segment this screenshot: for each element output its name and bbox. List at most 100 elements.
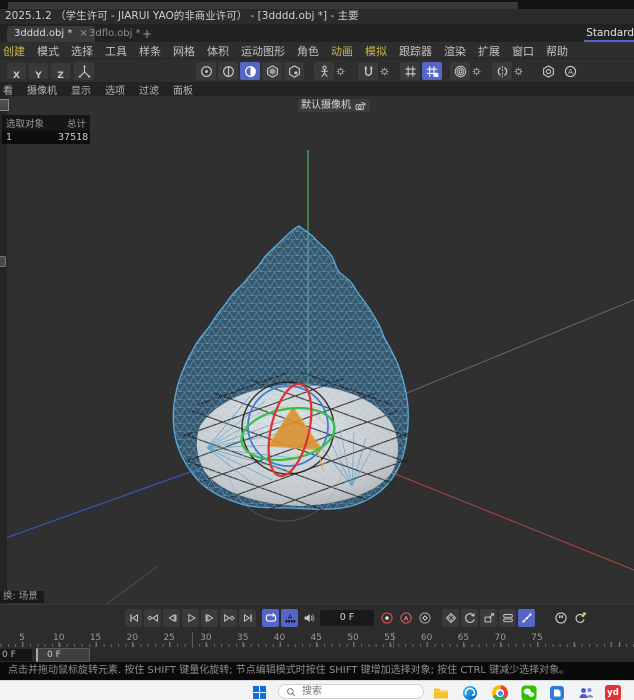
symmetry-settings-gear-icon[interactable] (512, 62, 525, 80)
ruler-label-30: 30 (200, 633, 212, 643)
lock-x-button[interactable]: X (7, 63, 26, 85)
file-explorer-icon[interactable] (433, 685, 449, 700)
key-rotation-button[interactable] (461, 609, 478, 627)
hud-value-row: 1 37518 (2, 131, 90, 144)
new-tab-button[interactable]: + (142, 26, 152, 42)
tab-label: 3dddd.obj * (14, 28, 73, 39)
grid-button[interactable] (400, 62, 420, 80)
viewport-canvas[interactable] (0, 96, 634, 604)
layout-selector[interactable]: Standard (586, 26, 634, 40)
record-keyframe-button[interactable] (378, 609, 395, 627)
wechat-icon[interactable] (521, 685, 537, 700)
camera-label-text: 默认摄像机 (301, 100, 351, 111)
lock-y-button[interactable]: Y (29, 63, 48, 85)
ruler-label-10: 10 (53, 633, 65, 643)
key-position-button[interactable] (442, 609, 459, 627)
faint-guide-line (401, 299, 634, 396)
axis-system-button[interactable] (74, 62, 94, 80)
play-mode-button[interactable] (281, 609, 298, 627)
lock-z-button[interactable]: Z (51, 63, 70, 85)
previous-key-button[interactable] (144, 609, 161, 627)
next-frame-button[interactable] (201, 609, 218, 627)
play-button[interactable] (182, 609, 199, 627)
edge-browser-icon[interactable] (462, 685, 478, 700)
hud-header-row: 选取对象 总计 (2, 115, 90, 131)
hud-value-total: 37518 (58, 132, 89, 143)
playhead-handle[interactable]: 0 F (36, 648, 90, 662)
teams-people-icon[interactable] (578, 685, 594, 700)
ruler-label-40: 40 (273, 633, 286, 643)
ruler-label-45: 45 (310, 633, 322, 643)
character-tool-button[interactable] (314, 62, 334, 80)
ruler-label-20: 20 (126, 633, 139, 643)
ruler-label-55: 55 (384, 633, 396, 643)
main-toolbar: X Y Z (0, 58, 634, 85)
timeline-ruler[interactable]: 5 10 15 20 25 30 35 40 45 50 55 60 65 70 75 (0, 632, 634, 648)
ruler-label-25: 25 (163, 633, 175, 643)
search-input[interactable] (300, 685, 404, 698)
key-parameter-button[interactable] (499, 609, 516, 627)
youdao-icon[interactable]: yd (605, 685, 621, 700)
symmetry-button[interactable] (492, 62, 512, 80)
blue-app-icon[interactable] (549, 685, 565, 700)
snap-settings-gear-icon[interactable] (378, 62, 391, 80)
preview-range-marker-left[interactable] (192, 632, 193, 648)
auto-mode-button[interactable] (560, 62, 580, 80)
hud-header-total: 总计 (66, 119, 86, 130)
camera-label[interactable]: 默认摄像机 (298, 99, 370, 112)
tab-document-2[interactable]: 3dflo.obj * (82, 26, 148, 42)
panel-handle-icon[interactable] (0, 256, 6, 267)
object-mode-button[interactable] (284, 62, 304, 80)
screen-top-edge (0, 0, 634, 9)
falloff-button[interactable] (450, 62, 470, 80)
search-icon (287, 687, 296, 696)
go-to-end-button[interactable] (239, 609, 256, 627)
panel-menu-icon[interactable] (0, 99, 9, 111)
go-to-start-button[interactable] (125, 609, 142, 627)
chrome-browser-icon[interactable] (492, 685, 508, 700)
range-start-field[interactable]: 0 F (0, 649, 32, 661)
polygons-mode-button[interactable] (240, 62, 260, 80)
window-title-bar[interactable]: 2025.1.2 （学生许可 - JIARUI YAO的非商业许可） - [3d… (0, 9, 634, 24)
ruler-label-5: 5 (19, 633, 25, 643)
ruler-label-15: 15 (89, 633, 102, 643)
key-pla-button[interactable] (518, 609, 535, 627)
ruler-label-70: 70 (494, 633, 506, 643)
key-scale-button[interactable] (480, 609, 497, 627)
ruler-label-60: 60 (420, 633, 433, 643)
viewport-menu-bar: 看摄像机 显示 选项 过滤 面板 (0, 82, 634, 97)
next-key-button[interactable] (220, 609, 237, 627)
status-text: 点击并拖动鼠标旋转元素. 按住 SHIFT 键量化旋转; 节点编辑模式时按住 S… (8, 665, 570, 676)
taskbar-search-box[interactable] (278, 684, 424, 699)
hud-header-selected: 选取对象 (6, 119, 45, 130)
viewport[interactable]: 默认摄像机 选取对象 总计 1 37518 换: 场景 (0, 96, 634, 604)
windows-taskbar: yd (0, 680, 634, 700)
playback-options-button[interactable] (571, 609, 588, 627)
keying-settings-button[interactable] (416, 609, 433, 627)
mesh-object[interactable] (150, 225, 440, 552)
record-options-button[interactable] (552, 609, 569, 627)
edges-mode-button[interactable] (218, 62, 238, 80)
current-frame-field[interactable]: 0 F (320, 610, 374, 626)
hud-value-selected: 1 (6, 132, 13, 143)
loop-playback-button[interactable] (262, 609, 279, 627)
animation-transport-bar: 0 F (0, 604, 634, 632)
window-title: 2025.1.2 （学生许可 - JIARUI YAO的非商业许可） - [3d… (5, 10, 359, 22)
left-panel-edge (0, 96, 9, 604)
quantize-button[interactable] (422, 62, 442, 80)
take-label: 换: 场景 (0, 591, 44, 603)
selection-hud: 选取对象 总计 1 37518 (2, 115, 90, 144)
previous-frame-button[interactable] (163, 609, 180, 627)
points-mode-button[interactable] (196, 62, 216, 80)
autokey-button[interactable] (397, 609, 414, 627)
falloff-settings-gear-icon[interactable] (470, 62, 483, 80)
sound-button[interactable] (300, 609, 317, 627)
solo-mode-button[interactable] (538, 62, 558, 80)
timeline-powerslider[interactable]: 0 F 0 F (0, 648, 634, 662)
character-tool-settings-gear-icon[interactable] (334, 62, 347, 80)
windows-start-button[interactable] (253, 686, 266, 699)
ruler-label-65: 65 (457, 633, 470, 643)
model-mode-button[interactable] (262, 62, 282, 80)
ruler-label-75: 75 (531, 633, 543, 643)
snap-button[interactable] (358, 62, 378, 80)
